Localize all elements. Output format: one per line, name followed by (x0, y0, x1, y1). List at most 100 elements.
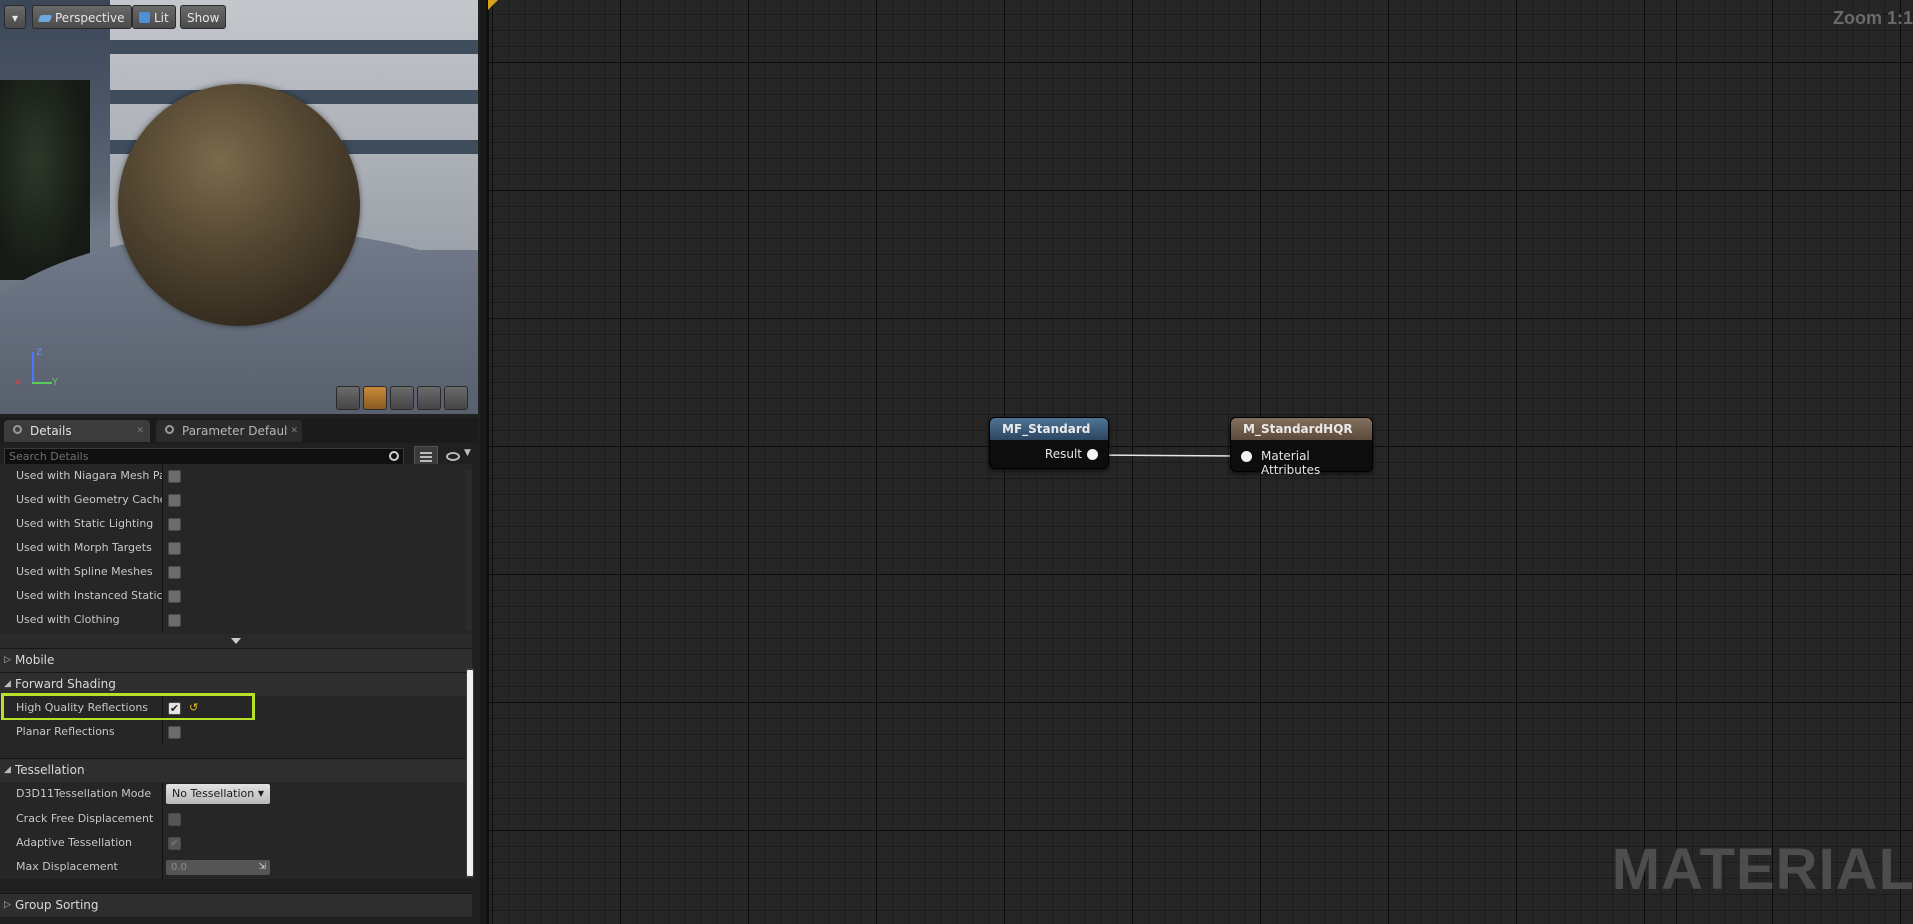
search-icon (389, 451, 399, 461)
tab-close-icon[interactable]: ✕ (136, 420, 144, 442)
property-row: Used with Niagara Mesh Particles (0, 464, 466, 488)
collapsed-arrow-icon: ▷ (4, 900, 11, 910)
category-tessellation[interactable]: ◢ Tessellation (0, 758, 472, 782)
category-label: Group Sorting (15, 898, 99, 912)
drag-handle-icon: ⇲ (258, 862, 266, 872)
details-scrollbar[interactable] (466, 470, 472, 630)
node-title: M_StandardHQR (1231, 418, 1372, 440)
tab-parameter-defaults[interactable]: Parameter Defaults ✕ (156, 420, 302, 442)
show-button[interactable]: Show (180, 5, 227, 29)
custom-mesh-preview-button[interactable] (444, 386, 468, 410)
used-with-static-lighting-checkbox[interactable] (168, 518, 181, 531)
viewport-options-dropdown[interactable]: ▾ (4, 5, 26, 29)
property-label: Used with Morph Targets (16, 541, 152, 554)
used-with-morph-targets-checkbox[interactable] (168, 542, 181, 555)
planar-reflections-checkbox[interactable] (168, 726, 181, 739)
tessellation-mode-dropdown[interactable]: No Tessellation ▼ (166, 784, 270, 804)
preview-sphere (118, 84, 360, 326)
property-row: Used with Instanced Static Meshes (0, 584, 466, 608)
axis-x-label: ✕ (14, 378, 22, 388)
property-row: Used with Spline Meshes (0, 560, 466, 584)
category-mobile[interactable]: ▷ Mobile (0, 648, 472, 672)
category-group-sorting[interactable]: ▷ Group Sorting (0, 893, 472, 917)
tab-details-label: Details (30, 424, 72, 438)
node-mf-standard[interactable]: MF_Standard Result (989, 417, 1109, 469)
expanded-arrow-icon: ◢ (4, 765, 11, 775)
max-displacement-value: 0.0 (171, 862, 187, 873)
chevron-down-icon: ▼ (464, 448, 471, 458)
usage-section: Used with Niagara Mesh Particles Used wi… (0, 464, 472, 634)
tab-parameter-defaults-label: Parameter Defaults (182, 424, 299, 438)
property-label: Adaptive Tessellation (16, 836, 132, 849)
property-label: Crack Free Displacement (16, 812, 154, 825)
property-row: Used with Static Lighting (0, 512, 466, 536)
perspective-label: Perspective (55, 11, 125, 25)
material-preview-viewport[interactable]: ▾ Perspective Lit Show Z ✕ Y (0, 0, 478, 414)
axis-z-label: Z (36, 348, 43, 358)
input-pin-label: Material Attributes (1261, 449, 1321, 477)
lit-view-mode-button[interactable]: Lit (132, 5, 176, 29)
property-label: Max Displacement (16, 860, 118, 873)
category-label: Tessellation (15, 763, 85, 777)
tab-close-icon[interactable]: ✕ (288, 420, 298, 442)
crack-free-displacement-checkbox[interactable] (168, 813, 181, 826)
perspective-button[interactable]: Perspective (32, 5, 132, 29)
details-tab-bar: Details ✕ Parameter Defaults ✕ (0, 418, 478, 443)
property-label: Used with Niagara Mesh Particles (16, 469, 163, 482)
cube-preview-button[interactable] (417, 386, 441, 410)
category-label: Mobile (15, 653, 55, 667)
property-label: Planar Reflections (16, 725, 115, 738)
material-graph-canvas[interactable]: Zoom 1:1 MATERIAL MF_Standard Result M_S… (486, 0, 1913, 924)
lit-cube-icon (139, 12, 150, 23)
used-with-spline-meshes-checkbox[interactable] (168, 566, 181, 579)
max-displacement-input[interactable]: 0.0 ⇲ (166, 860, 270, 875)
used-with-niagara-mesh-particles-checkbox[interactable] (168, 470, 181, 483)
background-trees (0, 80, 90, 280)
property-row-tessellation-mode: D3D11Tessellation Mode No Tessellation ▼ (0, 782, 466, 807)
expand-down-icon (231, 638, 241, 644)
connection-wire (1093, 454, 1241, 457)
property-label: Used with Clothing (16, 613, 120, 626)
expand-advanced-button[interactable] (0, 634, 472, 648)
magnifier-icon (13, 425, 22, 434)
scrollbar-thumb[interactable] (467, 670, 473, 876)
property-row: Used with Geometry Cache (0, 488, 466, 512)
property-row-planar-reflections: Planar Reflections (0, 720, 466, 744)
details-area-background (0, 744, 466, 758)
highlight-box (1, 693, 255, 721)
details-scrollbar-lower[interactable] (466, 668, 474, 878)
property-label: D3D11Tessellation Mode (16, 787, 152, 800)
show-label: Show (187, 11, 220, 25)
property-label: Used with Instanced Static Meshes (16, 589, 163, 602)
used-with-clothing-checkbox[interactable] (168, 614, 181, 627)
left-panel: ▾ Perspective Lit Show Z ✕ Y Details ✕ P… (0, 0, 480, 924)
node-m-standard-hqr[interactable]: M_StandardHQR Material Attributes (1230, 417, 1373, 477)
used-with-geometry-cache-checkbox[interactable] (168, 494, 181, 507)
node-title: MF_Standard (990, 418, 1108, 440)
lit-label: Lit (154, 11, 169, 25)
property-label: Used with Static Lighting (16, 517, 154, 530)
list-view-icon (420, 452, 432, 462)
material-attributes-input-pin[interactable] (1241, 451, 1252, 462)
axis-y-label: Y (52, 377, 59, 388)
output-pin-label: Result (1044, 447, 1082, 461)
adaptive-tessellation-checkbox[interactable]: ✔ (168, 837, 181, 850)
collapsed-arrow-icon: ▷ (4, 655, 11, 665)
tessellation-mode-value: No Tessellation (172, 787, 255, 800)
chevron-down-icon: ▼ (257, 789, 264, 798)
property-row-crack-free: Crack Free Displacement (0, 807, 466, 831)
property-row: Used with Morph Targets (0, 536, 466, 560)
camera-icon (37, 15, 53, 22)
eye-icon (446, 452, 460, 461)
property-label: Used with Spline Meshes (16, 565, 153, 578)
cylinder-preview-button[interactable] (336, 386, 360, 410)
sphere-preview-button[interactable] (363, 386, 387, 410)
property-label: Used with Geometry Cache (16, 493, 163, 506)
used-with-instanced-static-meshes-checkbox[interactable] (168, 590, 181, 603)
chevron-down-icon: ▾ (11, 11, 19, 25)
property-row-max-displacement: Max Displacement 0.0 ⇲ (0, 855, 466, 879)
result-output-pin[interactable] (1087, 449, 1098, 460)
tab-details[interactable]: Details ✕ (4, 420, 150, 442)
plane-preview-button[interactable] (390, 386, 414, 410)
axis-gizmo: Z ✕ Y (12, 348, 62, 392)
